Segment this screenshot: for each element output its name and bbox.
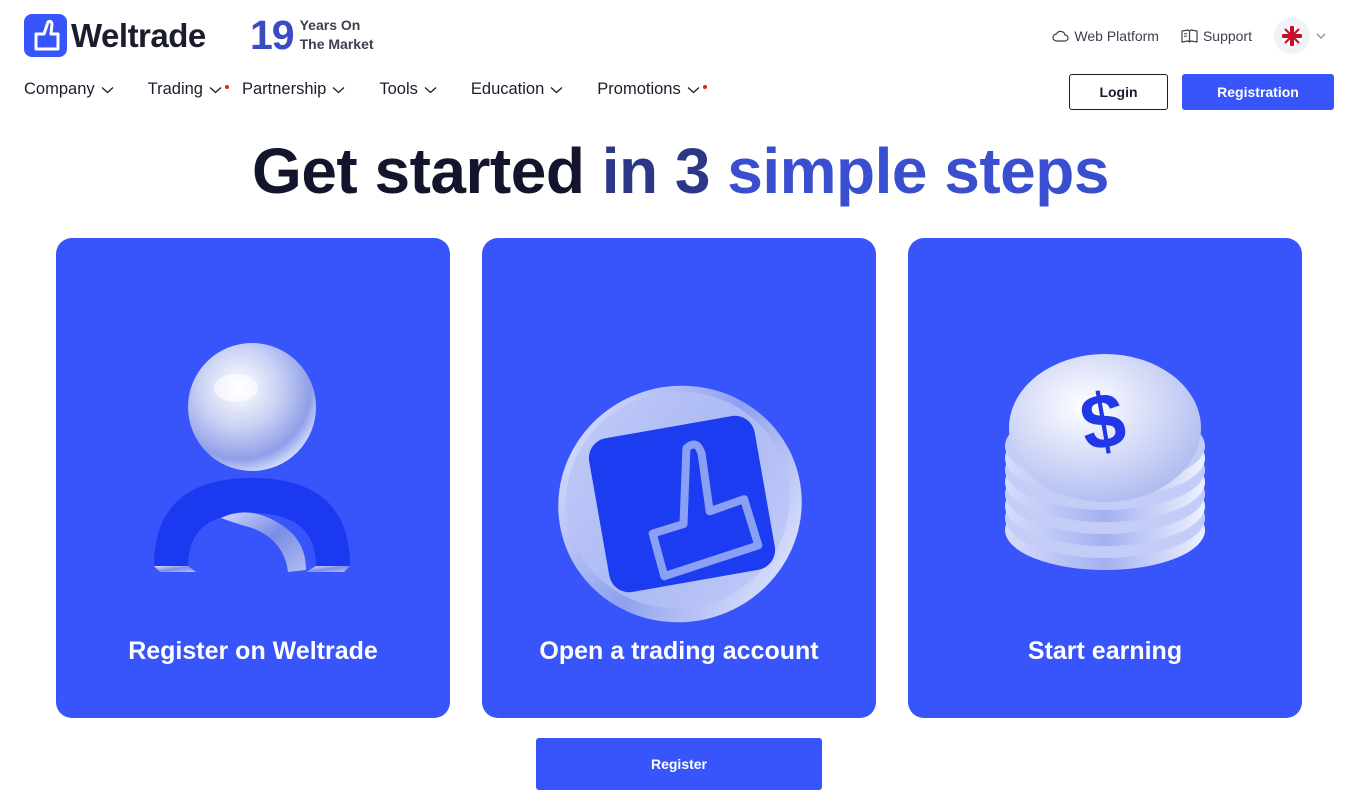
registration-button[interactable]: Registration [1182, 74, 1334, 110]
chevron-down-icon [332, 86, 345, 93]
book-icon [1181, 28, 1198, 43]
nav-company[interactable]: Company [24, 80, 114, 99]
years-badge: 19 Years On The Market [250, 14, 390, 56]
coin-stack-icon: $ [1005, 354, 1205, 570]
weltrade-logo-icon [24, 14, 67, 57]
step-card-register: Register on Weltrade [56, 238, 450, 718]
nav-label: Company [24, 80, 95, 98]
nav-partnership[interactable]: Partnership [242, 80, 345, 99]
nav-label: Tools [379, 80, 418, 98]
headline-part3: simple steps [727, 135, 1109, 207]
login-button[interactable]: Login [1069, 74, 1168, 110]
register-button[interactable]: Register [536, 738, 822, 790]
page-title: Get started in 3 simple steps [0, 134, 1361, 208]
nav-trading[interactable]: Trading [147, 80, 229, 99]
years-number: 19 [250, 12, 295, 58]
nav-label: Partnership [241, 80, 327, 98]
chevron-down-icon [209, 86, 222, 93]
brand-name: Weltrade [71, 16, 206, 54]
step-card-start-earning: $ Start earning [908, 238, 1302, 718]
new-indicator-dot [702, 85, 707, 89]
support-link[interactable]: Support [1181, 28, 1252, 44]
nav-promotions[interactable]: Promotions [597, 80, 707, 99]
years-caption-line1: Years On [299, 17, 361, 33]
nav-education[interactable]: Education [471, 80, 563, 99]
top-utility-bar: Web Platform Support [1052, 18, 1328, 54]
page: Weltrade 19 Years On The Market Web Plat… [0, 0, 1361, 797]
support-label: Support [1202, 28, 1252, 44]
years-caption: Years On The Market [300, 16, 390, 54]
flag-wrapper [1274, 18, 1310, 54]
uk-flag-icon [1282, 26, 1302, 46]
step-card-open-account: Open a trading account [482, 238, 876, 718]
web-platform-label: Web Platform [1074, 28, 1159, 44]
chevron-down-icon [550, 86, 563, 93]
headline-part2: in 3 [584, 135, 728, 207]
chevron-down-icon [1316, 33, 1326, 39]
chevron-down-icon [101, 86, 114, 93]
step-title: Register on Weltrade [128, 637, 378, 665]
nav-label: Promotions [597, 80, 681, 98]
chevron-down-icon [687, 86, 700, 93]
nav-label: Trading [147, 80, 203, 98]
nav-tools[interactable]: Tools [379, 80, 437, 99]
brand-logo[interactable]: Weltrade [24, 14, 206, 57]
web-platform-link[interactable]: Web Platform [1052, 28, 1159, 44]
weltrade-coin-icon [558, 385, 802, 623]
nav-label: Education [470, 80, 545, 98]
step-title: Start earning [1027, 637, 1183, 665]
cloud-icon [1052, 30, 1069, 42]
chevron-down-icon [424, 86, 437, 93]
new-indicator-dot [224, 85, 229, 89]
headline-part1: Get started [252, 135, 585, 207]
years-caption-line2: The Market [299, 36, 374, 52]
language-selector[interactable] [1274, 18, 1328, 54]
user-3d-icon [154, 343, 350, 572]
main-nav: Company Trading Partnership Tools Educat… [24, 80, 734, 99]
step-title: Open a trading account [539, 637, 819, 665]
